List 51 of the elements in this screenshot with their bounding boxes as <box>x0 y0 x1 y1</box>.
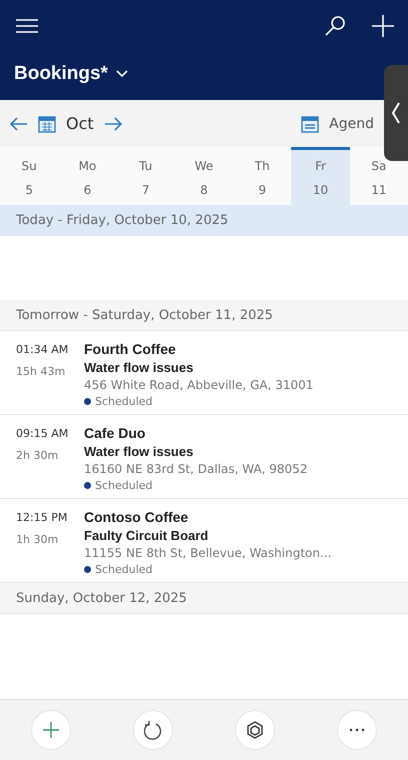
booking-time: 01:34 AM <box>16 343 70 356</box>
forward-arrow-icon[interactable] <box>104 116 122 130</box>
customer-name: Contoso Coffee <box>84 509 190 525</box>
day-tab[interactable]: Tu 7 <box>116 147 175 205</box>
issue-title: Faulty Circuit Board <box>84 528 210 543</box>
booking-status: Scheduled <box>95 479 153 492</box>
side-panel-tab[interactable] <box>384 65 408 161</box>
plus-icon <box>372 15 394 37</box>
refresh-icon <box>144 720 162 740</box>
day-tab[interactable]: Mo 6 <box>58 147 117 205</box>
booking-status: Scheduled <box>95 395 153 408</box>
booking-time: 09:15 AM <box>16 427 70 440</box>
day-tab[interactable]: Th 9 <box>233 147 292 205</box>
booking-item[interactable]: 01:34 AM 15h 43m Fourth Coffee Water flow issues 456 White Road, Abbeville, GA, 31001 Scheduled <box>0 331 408 415</box>
booking-item[interactable]: 09:15 AM 2h 30m Cafe Duo Water flow issues 16160 NE 83rd St, Dallas, WA, 98052 Scheduled <box>0 415 408 499</box>
issue-title: Water flow issues <box>84 444 194 459</box>
search-icon <box>324 15 346 37</box>
date-heading: Tomorrow - Saturday, October 11, 2025 <box>0 300 408 331</box>
plus-icon <box>43 722 59 738</box>
menu-icon <box>16 18 38 34</box>
chevron-left-icon <box>392 102 400 124</box>
add-button[interactable] <box>370 13 396 39</box>
booking-status: Scheduled <box>95 563 153 576</box>
day-tab[interactable]: Sa 11 <box>350 147 408 205</box>
view-selector[interactable]: Agend <box>329 116 374 132</box>
customer-name: Fourth Coffee <box>84 341 177 357</box>
hexagon-button[interactable] <box>235 710 275 750</box>
day-tab[interactable]: We 8 <box>174 147 234 205</box>
refresh-button[interactable] <box>133 710 173 750</box>
customer-name: Cafe Duo <box>84 425 146 441</box>
booking-time: 12:15 PM <box>16 511 68 524</box>
date-heading: Today - Friday, October 10, 2025 <box>0 205 408 236</box>
issue-title: Water flow issues <box>84 360 194 375</box>
view-title[interactable]: Bookings* <box>14 63 108 85</box>
day-tab[interactable]: Fr 10 <box>291 147 350 205</box>
calendar-icon <box>38 114 56 132</box>
booking-address: 16160 NE 83rd St, Dallas, WA, 98052 <box>84 462 308 476</box>
booking-duration: 2h 30m <box>16 449 60 462</box>
month-label: Oct <box>66 114 94 133</box>
back-arrow-icon[interactable] <box>10 116 28 130</box>
chevron-down-icon[interactable] <box>116 70 128 78</box>
agenda-icon[interactable] <box>301 114 320 132</box>
hexagon-icon <box>246 721 264 739</box>
booking-address: 11155 NE 8th St, Bellevue, Washington... <box>84 546 332 560</box>
menu-button[interactable] <box>14 16 40 36</box>
booking-duration: 1h 30m <box>16 533 60 546</box>
booking-address: 456 White Road, Abbeville, GA, 31001 <box>84 378 314 392</box>
day-tab[interactable]: Su 5 <box>0 147 58 205</box>
date-heading: Sunday, October 12, 2025 <box>0 583 408 614</box>
booking-duration: 15h 43m <box>16 365 66 378</box>
more-icon <box>349 728 365 732</box>
